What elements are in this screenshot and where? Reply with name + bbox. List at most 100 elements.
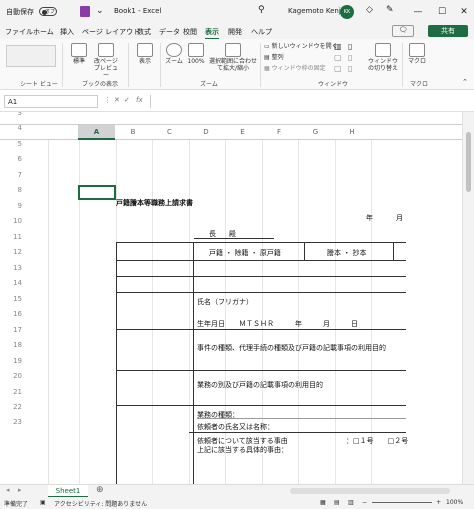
tab-view[interactable]: 表示 bbox=[205, 27, 219, 40]
freeze-panes-button[interactable]: ▦ ウィンドウ枠の固定 bbox=[264, 65, 326, 72]
selected-cell-a1[interactable] bbox=[78, 185, 116, 200]
row-header-20[interactable]: 20 bbox=[0, 369, 28, 384]
zoom-out-icon[interactable]: − bbox=[362, 499, 367, 506]
tab-file[interactable]: ファイル bbox=[5, 27, 33, 37]
function-icon[interactable]: fx bbox=[136, 96, 143, 104]
zoom-button[interactable]: ズーム bbox=[164, 43, 184, 65]
reset-position-icon[interactable]: ▯ bbox=[348, 65, 352, 73]
collapse-ribbon-icon[interactable]: ⌃ bbox=[462, 79, 468, 86]
tab-insert[interactable]: 挿入 bbox=[60, 27, 74, 37]
column-header-g[interactable]: G bbox=[297, 128, 334, 136]
row-header-12[interactable]: 12 bbox=[0, 245, 28, 260]
sync-scroll-icon[interactable]: ▯ bbox=[348, 54, 352, 62]
accessibility-status[interactable]: アクセシビリティ: 問題ありません bbox=[54, 499, 147, 508]
row-header-23[interactable]: 23 bbox=[0, 415, 28, 430]
zoom-to-selection-button[interactable]: 選択範囲に合わせて拡大/縮小 bbox=[208, 43, 258, 72]
page-break-preview-button[interactable]: 改ページ プレビュー bbox=[92, 43, 120, 79]
sheet-view-dropdown[interactable] bbox=[6, 45, 56, 67]
column-header-d[interactable]: D bbox=[188, 128, 224, 136]
tab-help[interactable]: ヘルプ bbox=[251, 27, 272, 37]
tab-home[interactable]: ホーム bbox=[33, 27, 54, 37]
row-header-14[interactable]: 14 bbox=[0, 276, 28, 291]
standard-view-button[interactable]: 標準 bbox=[68, 43, 90, 65]
switch-window-button[interactable]: ウィンドウの切り替え bbox=[366, 43, 400, 72]
tab-developer[interactable]: 開発 bbox=[228, 27, 242, 37]
horizontal-scrollbar[interactable] bbox=[290, 488, 450, 494]
row-header-5[interactable]: 5 bbox=[0, 137, 28, 152]
normal-view-icon[interactable]: ▦ bbox=[320, 499, 326, 506]
divider bbox=[62, 43, 63, 87]
row-header-18[interactable]: 18 bbox=[0, 338, 28, 353]
add-sheet-icon[interactable]: ⊕ bbox=[96, 485, 104, 495]
close-icon[interactable]: ✕ bbox=[450, 0, 474, 24]
arrange-button[interactable]: ▤ 整列 bbox=[264, 54, 284, 61]
column-header-h[interactable]: H bbox=[334, 128, 370, 136]
row-header-4[interactable]: 4 bbox=[0, 121, 28, 136]
search-icon[interactable]: ⚲ bbox=[258, 5, 265, 15]
document-title: 戸籍謄本等職務上請求書 bbox=[116, 199, 193, 207]
autosave-label: 自動保存 bbox=[6, 8, 34, 16]
row-header-10[interactable]: 10 bbox=[0, 214, 28, 229]
row-header-22[interactable]: 22 bbox=[0, 400, 28, 415]
side-by-side-icon[interactable]: ▯ bbox=[348, 43, 352, 51]
macro-icon bbox=[409, 43, 425, 57]
row-header-16[interactable]: 16 bbox=[0, 307, 28, 322]
row-header-13[interactable]: 13 bbox=[0, 261, 28, 276]
new-window-button[interactable]: ▭ 新しいウィンドウを開く bbox=[264, 43, 338, 50]
prev-sheet-icon[interactable]: ◂ bbox=[6, 486, 10, 494]
column-header-c[interactable]: C bbox=[151, 128, 188, 136]
underline bbox=[197, 418, 406, 419]
column-header-f[interactable]: F bbox=[261, 128, 297, 136]
row-header-15[interactable]: 15 bbox=[0, 292, 28, 307]
scrollbar-thumb[interactable] bbox=[466, 132, 471, 192]
dropdown-arrow-icon[interactable]: ⌄ bbox=[96, 6, 104, 16]
row-header-9[interactable]: 9 bbox=[0, 199, 28, 214]
tab-page-layout[interactable]: ページ レイアウト bbox=[82, 27, 140, 37]
tab-review[interactable]: 校閲 bbox=[183, 27, 197, 37]
next-sheet-icon[interactable]: ▸ bbox=[18, 486, 22, 494]
formula-input[interactable] bbox=[150, 95, 470, 108]
vertical-scrollbar[interactable] bbox=[462, 112, 474, 484]
row-header-3[interactable]: 3 bbox=[0, 112, 28, 121]
tab-formulas[interactable]: 数式 bbox=[137, 27, 151, 37]
row-header-19[interactable]: 19 bbox=[0, 354, 28, 369]
autosave-toggle[interactable]: オフ bbox=[36, 7, 57, 16]
workbook-view-label: ブックの表示 bbox=[82, 81, 119, 88]
macro-button[interactable]: マクロ bbox=[406, 43, 428, 65]
column-header-e[interactable]: E bbox=[224, 128, 261, 136]
month-label: 月 bbox=[396, 214, 403, 222]
page-layout-view-icon[interactable]: ▤ bbox=[334, 499, 340, 506]
save-icon[interactable] bbox=[80, 6, 90, 17]
split-icon[interactable]: ▥ bbox=[334, 43, 342, 51]
column-header-a[interactable]: A bbox=[78, 125, 115, 140]
enter-icon[interactable]: ✓ bbox=[124, 96, 130, 104]
cancel-icon[interactable]: ✕ bbox=[114, 96, 120, 104]
worksheet: A B C D E F G H 123456789101112131415161… bbox=[0, 112, 462, 484]
avatar[interactable]: KK bbox=[340, 5, 354, 19]
show-button[interactable]: 表示 bbox=[134, 43, 156, 65]
unhide-icon[interactable]: ▢ bbox=[334, 65, 342, 73]
share-button[interactable]: 共有 bbox=[428, 25, 468, 37]
row-header-17[interactable]: 17 bbox=[0, 323, 28, 338]
row-header-6[interactable]: 6 bbox=[0, 152, 28, 167]
column-header-b[interactable]: B bbox=[115, 128, 151, 136]
row-header-8[interactable]: 8 bbox=[0, 183, 28, 198]
tab-data[interactable]: データ bbox=[159, 27, 180, 37]
options-icon[interactable]: ⋮ bbox=[104, 96, 111, 104]
hide-icon[interactable]: ▢ bbox=[334, 54, 342, 62]
zoom-slider[interactable] bbox=[372, 502, 432, 503]
pen-icon[interactable]: ✎ bbox=[386, 5, 394, 15]
zoom-level[interactable]: 100% bbox=[446, 499, 463, 506]
zoom-100-button[interactable]: 100% bbox=[186, 43, 206, 65]
comment-icon[interactable]: 🗨 bbox=[392, 25, 414, 37]
diamond-icon[interactable]: ◇ bbox=[366, 5, 373, 15]
zoom-in-icon[interactable]: + bbox=[436, 499, 441, 506]
row-header-21[interactable]: 21 bbox=[0, 385, 28, 400]
status-ready: 準備完了 bbox=[4, 501, 29, 508]
name-box[interactable]: A1 bbox=[4, 95, 98, 108]
macro-record-icon[interactable]: ▣ bbox=[40, 499, 46, 506]
table-border bbox=[189, 432, 406, 433]
row-header-7[interactable]: 7 bbox=[0, 168, 28, 183]
page-break-view-icon[interactable]: ▥ bbox=[348, 499, 354, 506]
row-header-11[interactable]: 11 bbox=[0, 230, 28, 245]
